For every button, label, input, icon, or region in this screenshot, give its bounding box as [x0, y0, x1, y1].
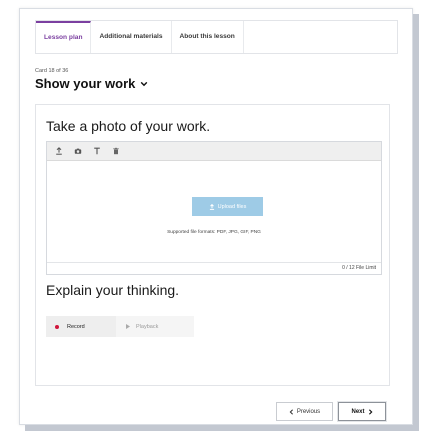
- upload-dropzone[interactable]: Upload files Supported file formats: PDF…: [46, 141, 382, 275]
- chevron-down-icon: [141, 81, 148, 86]
- camera-icon[interactable]: [74, 147, 82, 155]
- next-button[interactable]: Next: [338, 402, 386, 421]
- text-icon[interactable]: [93, 147, 101, 155]
- file-limit-counter: 0 / 12 File Limit: [342, 265, 376, 271]
- upload-files-button[interactable]: Upload files: [192, 197, 263, 216]
- chevron-right-icon: [368, 408, 372, 415]
- photo-heading: Take a photo of your work.: [46, 118, 211, 134]
- lesson-card-frame: Lesson plan Additional materials About t…: [19, 8, 413, 425]
- upload-files-label: Upload files: [217, 203, 247, 210]
- tab-additional-materials[interactable]: Additional materials: [91, 21, 172, 53]
- tab-about-this-lesson[interactable]: About this lesson: [172, 21, 244, 53]
- card-title-text: Show your work: [35, 76, 136, 91]
- next-label: Next: [351, 408, 365, 415]
- chevron-left-icon: [289, 408, 293, 415]
- card-counter: Card 18 of 36: [35, 68, 69, 74]
- record-button[interactable]: Record: [46, 316, 116, 337]
- trash-icon[interactable]: [112, 147, 120, 155]
- previous-button[interactable]: Previous: [276, 402, 333, 421]
- card-title-dropdown[interactable]: Show your work: [35, 76, 148, 91]
- playback-label: Playback: [136, 323, 159, 330]
- tab-bar: Lesson plan Additional materials About t…: [35, 20, 398, 54]
- play-icon: [126, 324, 130, 329]
- record-label: Record: [67, 323, 85, 330]
- thinking-heading: Explain your thinking.: [46, 282, 180, 298]
- playback-button: Playback: [116, 316, 194, 337]
- card-content-panel: Take a photo of your work. Upload files: [35, 104, 390, 386]
- file-limit-divider: [47, 262, 381, 263]
- audio-recorder: Record Playback: [46, 316, 194, 337]
- upload-icon[interactable]: [55, 147, 63, 155]
- tab-lesson-plan[interactable]: Lesson plan: [36, 21, 92, 53]
- previous-label: Previous: [296, 408, 321, 415]
- record-dot-icon: [55, 324, 59, 329]
- supported-formats-text: Supported file formats: PDF, JPG, GIF, P…: [167, 230, 261, 235]
- upload-toolbar: [47, 142, 381, 161]
- upload-arrow-icon: [209, 203, 214, 210]
